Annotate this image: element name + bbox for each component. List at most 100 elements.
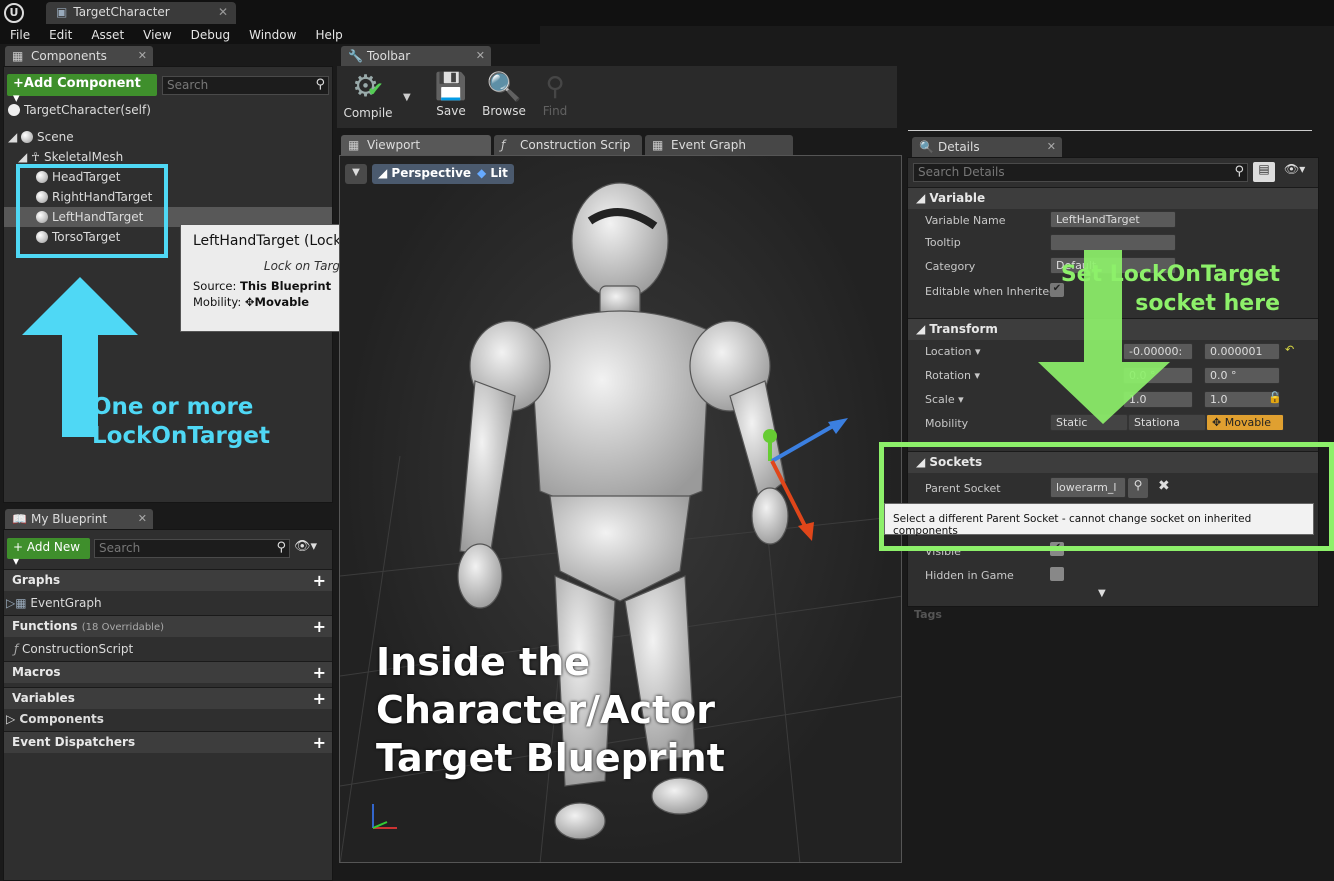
- close-tab-icon[interactable]: ✕: [218, 5, 228, 19]
- save-button[interactable]: 💾 Save: [429, 70, 473, 118]
- function-icon: ƒ: [501, 138, 506, 152]
- add-new-button[interactable]: + Add New ▾: [7, 538, 90, 568]
- menu-help[interactable]: Help: [305, 26, 351, 42]
- unreal-logo-icon[interactable]: U: [4, 3, 24, 23]
- reset-icon[interactable]: ↶: [1285, 343, 1294, 356]
- tab-viewport[interactable]: ▦ Viewport: [341, 135, 491, 155]
- book-icon: 📖: [12, 512, 27, 526]
- scale-label: Scale ▾: [925, 393, 964, 406]
- tab-my-blueprint[interactable]: 📖 My Blueprint ✕: [5, 509, 153, 529]
- menu-edit[interactable]: Edit: [39, 26, 81, 42]
- toolbar: ⚙✔ Compile ▼ 💾 Save 🔍 Browse ⚲ Find: [337, 66, 897, 128]
- graph-icon: ▷▦: [6, 596, 31, 610]
- self-icon: [8, 104, 20, 116]
- function-icon: ƒ: [14, 642, 23, 656]
- find-button[interactable]: ⚲ Find: [535, 70, 575, 118]
- location-label: Location ▾: [925, 345, 981, 358]
- targets-highlight-box: [16, 164, 168, 258]
- menu-window[interactable]: Window: [239, 26, 305, 42]
- close-tab-icon[interactable]: ✕: [476, 49, 485, 62]
- axis-indicator-icon: [372, 804, 397, 829]
- compile-button[interactable]: ⚙✔ Compile: [343, 69, 393, 121]
- functions-section[interactable]: Functions (18 Overridable) +: [4, 615, 332, 637]
- add-graph-icon[interactable]: +: [313, 571, 326, 590]
- close-tab-icon[interactable]: ✕: [1047, 140, 1056, 153]
- property-matrix-icon[interactable]: ▤: [1253, 162, 1275, 182]
- left-annotation-text: One or more LockOnTarget: [92, 394, 270, 449]
- right-annotation-text: Set LockOnTarget socket here: [1060, 262, 1280, 316]
- details-search-input[interactable]: Search Details ⚲: [913, 163, 1248, 182]
- components-search-input[interactable]: Search ⚲: [162, 76, 329, 95]
- search-icon: ⚲: [276, 540, 286, 555]
- hidden-in-game-checkbox[interactable]: [1050, 567, 1064, 581]
- search-icon: ⚲: [1234, 164, 1244, 179]
- menu-bar: File Edit Asset View Debug Window Help: [0, 26, 540, 44]
- find-icon: ⚲: [545, 72, 565, 102]
- title-bar: U ▣ TargetCharacter ✕: [0, 0, 1334, 26]
- add-component-button[interactable]: +Add Component ▾: [7, 74, 157, 106]
- close-tab-icon[interactable]: ✕: [138, 49, 147, 62]
- viewport-icon: ▦: [348, 138, 360, 152]
- variable-section[interactable]: ◢ Variable: [908, 187, 1318, 209]
- graph-icon: ▦: [652, 138, 664, 152]
- category-label: Category: [925, 260, 976, 273]
- tab-event-graph[interactable]: ▦ Event Graph: [645, 135, 793, 155]
- close-tab-icon[interactable]: ✕: [138, 512, 147, 525]
- variables-section[interactable]: Variables +: [4, 687, 332, 709]
- rotation-label: Rotation ▾: [925, 369, 981, 382]
- components-category[interactable]: ▷ Components: [6, 709, 104, 729]
- browse-icon: 🔍: [486, 70, 522, 103]
- document-tab[interactable]: ▣ TargetCharacter ✕: [46, 2, 236, 24]
- compile-icon: ⚙✔: [352, 69, 384, 104]
- self-item[interactable]: TargetCharacter(self): [8, 100, 151, 120]
- eye-icon[interactable]: 👁▾: [1284, 162, 1305, 176]
- rotation-z-field[interactable]: 0.0 °: [1204, 367, 1280, 384]
- skeleton-icon: ☥: [31, 150, 40, 164]
- tooltip-field[interactable]: [1050, 234, 1176, 251]
- menu-file[interactable]: File: [0, 26, 39, 42]
- tab-toolbar[interactable]: 🔧 Toolbar ✕: [341, 46, 491, 66]
- viewport-options-chevron-icon[interactable]: ▼: [345, 164, 367, 184]
- components-icon: ▦: [12, 49, 24, 63]
- transform-gizmo: [763, 418, 848, 541]
- add-dispatcher-icon[interactable]: +: [313, 733, 326, 752]
- macros-section[interactable]: Macros +: [4, 661, 332, 683]
- menu-debug[interactable]: Debug: [181, 26, 239, 42]
- lock-icon[interactable]: 🔓: [1268, 391, 1282, 404]
- event-dispatchers-section[interactable]: Event Dispatchers +: [4, 731, 332, 753]
- search-icon: ⚲: [315, 77, 325, 92]
- blueprint-icon: ▣: [56, 5, 68, 19]
- event-graph-item[interactable]: ▷▦ EventGraph: [6, 593, 102, 613]
- viewport-annotation-text: Inside the Character/Actor Target Bluepr…: [376, 640, 725, 780]
- construction-script-item[interactable]: ƒ ConstructionScript: [14, 639, 133, 659]
- mobility-label: Mobility: [925, 417, 969, 430]
- movable-icon: ✥: [244, 295, 255, 309]
- my-blueprint-panel: + Add New ▾ Search ⚲ 👁▾ Graphs + ▷▦ EventG…: [3, 529, 333, 881]
- blueprint-search-input[interactable]: Search ⚲: [94, 539, 290, 558]
- eye-icon[interactable]: 👁▾: [294, 539, 317, 554]
- tree-item-scene[interactable]: ◢ Scene: [8, 127, 74, 147]
- save-icon: 💾: [434, 72, 468, 102]
- tooltip-label: Tooltip: [925, 236, 961, 249]
- mobility-movable-button[interactable]: ✥ Movable: [1206, 414, 1284, 431]
- add-macro-icon[interactable]: +: [313, 663, 326, 682]
- tab-details[interactable]: 🔍 Details ✕: [912, 137, 1062, 157]
- perspective-icon: ◢: [378, 166, 392, 180]
- location-z-field[interactable]: 0.000001: [1204, 343, 1280, 360]
- document-tab-title: TargetCharacter: [73, 5, 170, 19]
- tab-construction-script[interactable]: ƒ Construction Scrip: [494, 135, 642, 155]
- graphs-section[interactable]: Graphs +: [4, 569, 332, 591]
- variable-name-field[interactable]: LeftHandTarget: [1050, 211, 1176, 228]
- menu-view[interactable]: View: [133, 26, 180, 42]
- menu-asset[interactable]: Asset: [81, 26, 133, 42]
- cube-icon: ◆: [477, 166, 491, 180]
- add-variable-icon[interactable]: +: [313, 689, 326, 708]
- browse-button[interactable]: 🔍 Browse: [479, 70, 529, 118]
- add-function-icon[interactable]: +: [313, 617, 326, 636]
- movable-icon: ✥: [1212, 416, 1225, 429]
- expand-down-icon[interactable]: ▼: [1098, 588, 1106, 599]
- viewport[interactable]: ▼ ◢ Perspective ◆ Lit Inside the Charact…: [339, 155, 902, 863]
- compile-options-chevron-icon[interactable]: ▼: [403, 92, 411, 103]
- tab-components[interactable]: ▦ Components ✕: [5, 46, 153, 66]
- tags-section: Tags: [914, 608, 942, 621]
